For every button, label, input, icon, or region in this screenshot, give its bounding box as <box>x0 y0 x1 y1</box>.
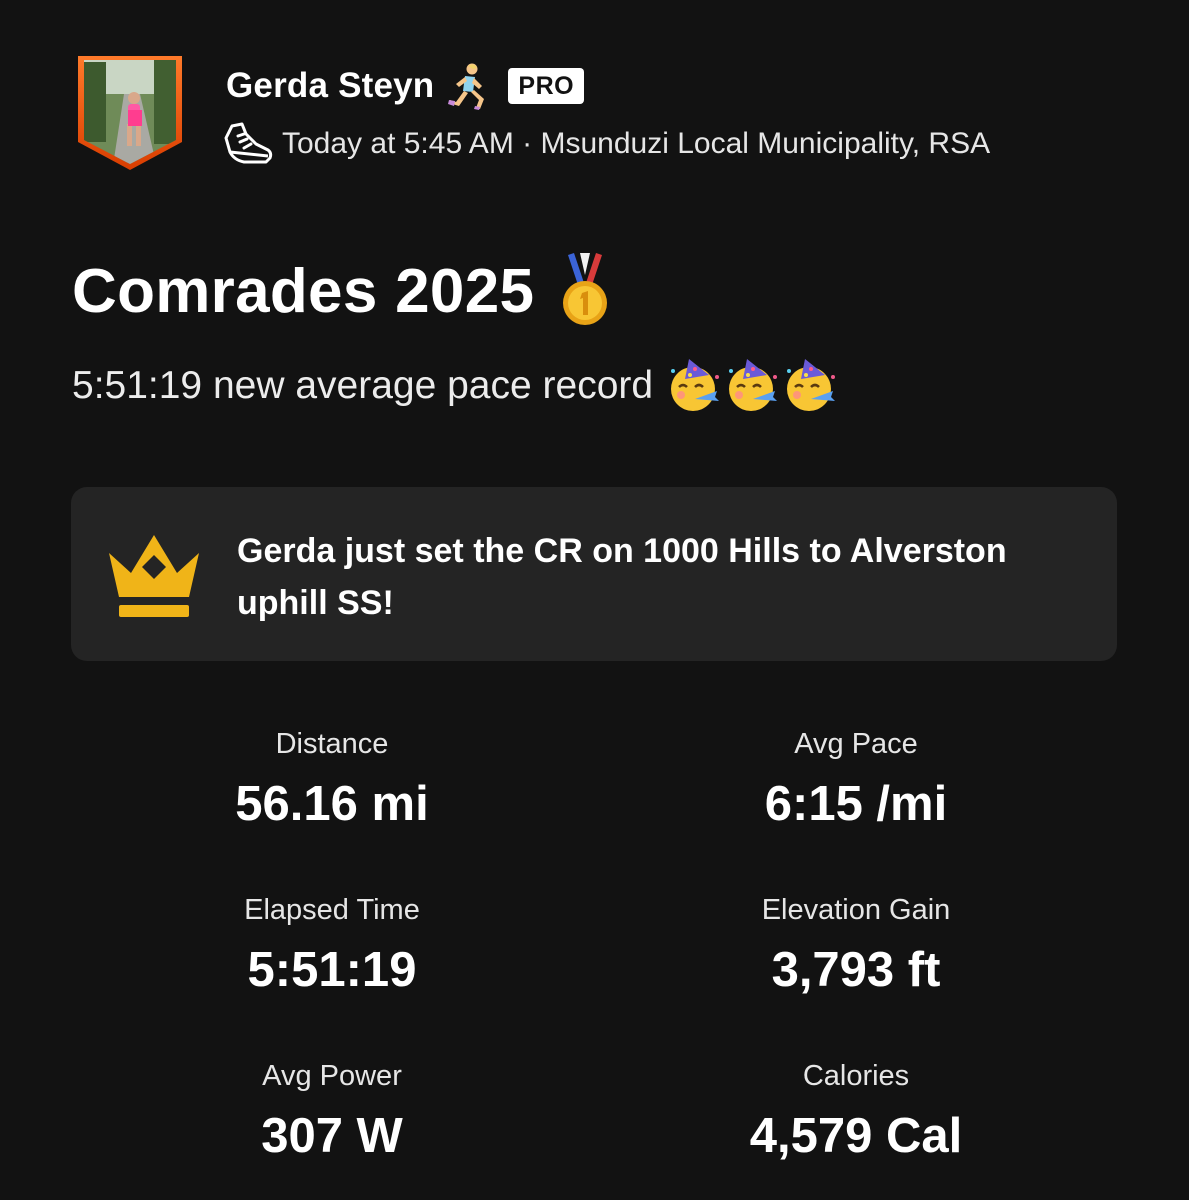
runner-icon <box>448 63 485 110</box>
partying-face-icon <box>787 359 836 411</box>
stat-label: Calories <box>802 1060 910 1092</box>
stat-label: Avg Power <box>262 1060 402 1092</box>
crown-icon <box>109 535 199 617</box>
stat-distance: Distance 56.16 mi <box>72 724 592 832</box>
activity-description-line: 5:51:19 new average pace record <box>72 354 839 418</box>
partying-face-icon <box>671 359 720 411</box>
stat-value: 5:51:19 <box>247 943 417 997</box>
activity-title[interactable]: Comrades 2025 <box>72 256 534 327</box>
stat-elevation-gain: Elevation Gain 3,793 ft <box>596 890 1116 998</box>
course-record-text: Gerda just set the CR on 1000 Hills to A… <box>237 532 1007 622</box>
stat-avg-power: Avg Power 307 W <box>72 1056 592 1164</box>
stat-calories: Calories 4,579 Cal <box>596 1056 1116 1164</box>
stat-label: Avg Pace <box>794 728 918 760</box>
activity-title-line: Comrades 2025 <box>72 246 614 336</box>
activity-description: 5:51:19 new average pace record <box>72 364 654 407</box>
partying-face-icon <box>729 359 778 411</box>
stat-label: Elevation Gain <box>761 894 951 926</box>
activity-meta: Today at 5:45 AM · Msunduzi Local Munici… <box>222 120 990 168</box>
stat-value: 307 W <box>261 1109 403 1163</box>
stat-value: 56.16 mi <box>235 777 429 831</box>
stat-value: 4,579 Cal <box>749 1109 963 1163</box>
stat-label: Distance <box>275 728 389 760</box>
stat-value: 3,793 ft <box>771 943 941 997</box>
athlete-avatar[interactable] <box>76 54 184 172</box>
shoe-icon <box>224 122 273 164</box>
activity-date-location: Today at 5:45 AM · Msunduzi Local Munici… <box>282 127 991 160</box>
activity-header: Gerda Steyn PRO Today at 5:45 AM · Msund… <box>76 54 1116 174</box>
pro-badge: PRO <box>508 68 585 104</box>
athlete-line: Gerda Steyn PRO <box>226 62 585 110</box>
athlete-name[interactable]: Gerda Steyn <box>226 66 434 106</box>
stat-value: 6:15 /mi <box>764 777 948 831</box>
stat-label: Elapsed Time <box>244 894 420 926</box>
stat-elapsed-time: Elapsed Time 5:51:19 <box>72 890 592 998</box>
party-faces <box>665 357 839 415</box>
course-record-card[interactable]: Gerda just set the CR on 1000 Hills to A… <box>71 487 1117 661</box>
stat-avg-pace: Avg Pace 6:15 /mi <box>596 724 1116 832</box>
gold-medal-icon <box>563 253 608 325</box>
